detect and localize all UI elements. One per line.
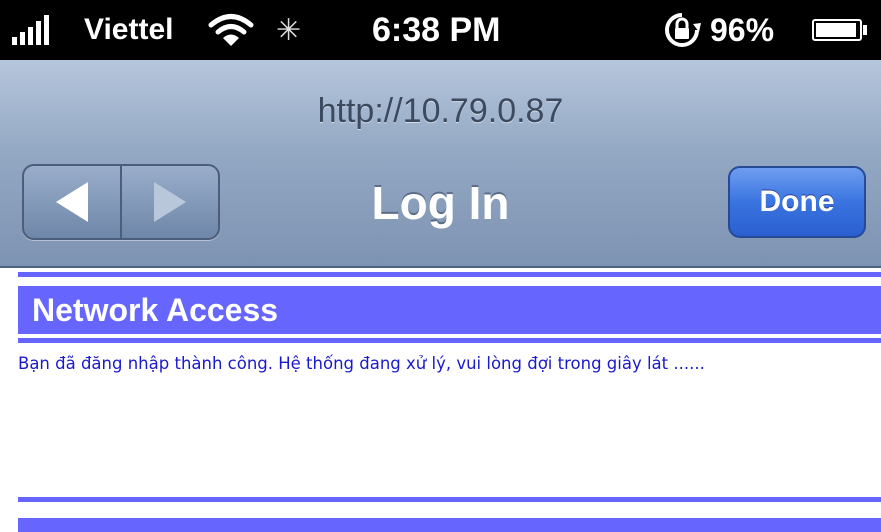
top-divider (18, 272, 881, 277)
status-time: 6:38 PM (372, 10, 501, 49)
status-bar: Viettel ✳ 6:38 PM 96% (0, 0, 881, 60)
rotation-lock-icon (663, 0, 701, 60)
footer-bar (18, 518, 881, 532)
bottom-divider (18, 497, 881, 502)
activity-spinner-icon: ✳ (276, 13, 302, 47)
carrier-name: Viettel (84, 13, 174, 46)
done-button[interactable]: Done (728, 166, 866, 238)
battery-percent: 96% (710, 11, 775, 48)
status-message: Bạn đã đăng nhập thành công. Hệ thống đa… (18, 354, 705, 373)
page-url: http://10.79.0.87 (317, 92, 564, 130)
browser-nav-bar: http://10.79.0.87 Log In Done (0, 60, 881, 268)
wifi-icon (208, 0, 260, 60)
heading-underline (18, 338, 881, 343)
battery-icon (812, 0, 867, 60)
section-heading: Network Access (18, 286, 881, 334)
signal-bars-icon (12, 0, 49, 60)
